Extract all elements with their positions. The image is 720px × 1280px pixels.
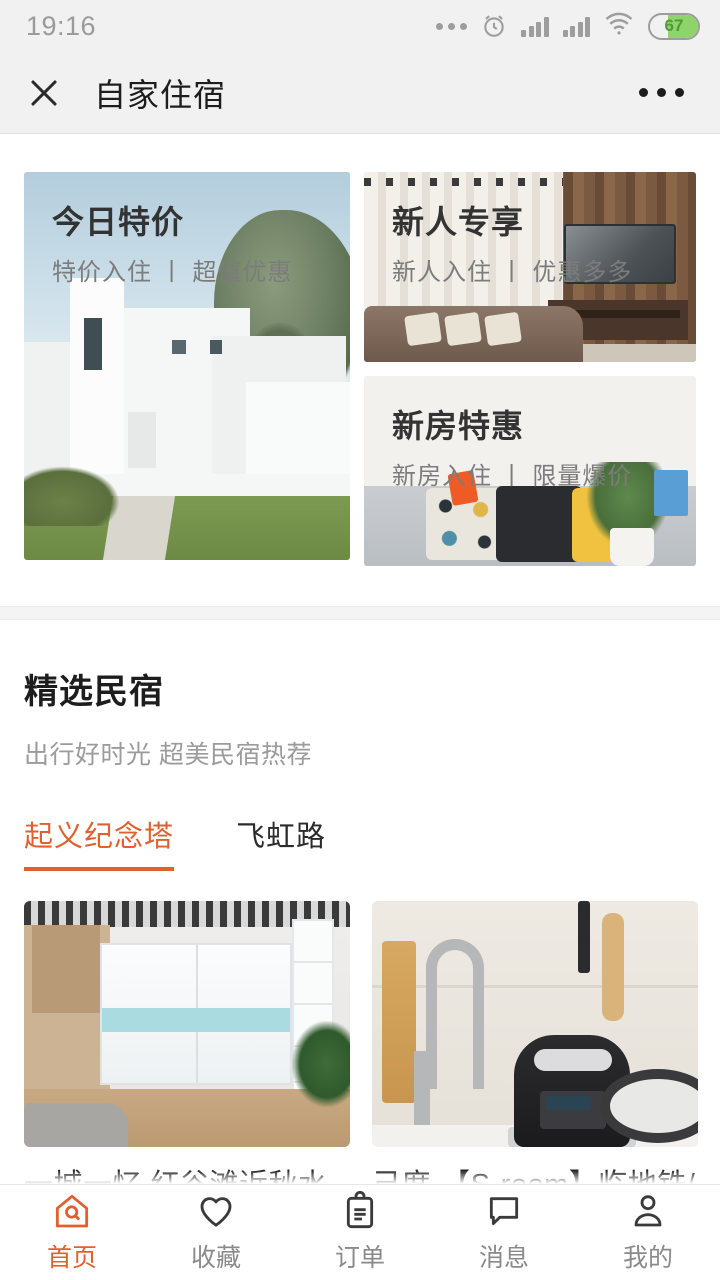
banner-subtitle: 新房入住 丨 限量爆价 [392, 463, 633, 490]
promo-column-right: 新人专享 新人入住 丨 优惠多多 新房特惠 新房入住 丨 限量爆价 [364, 172, 696, 566]
window-graphic [84, 318, 102, 370]
clipboard-icon [340, 1190, 380, 1231]
book-graphic [654, 470, 688, 516]
spatula-graphic [602, 913, 624, 1021]
more-options-icon[interactable] [629, 78, 694, 107]
faucet-stem-graphic [414, 1051, 430, 1129]
bush-graphic [24, 466, 120, 526]
chat-bubble-icon [484, 1191, 524, 1231]
faucet-graphic [426, 939, 484, 1089]
listing-photo-kitchen [372, 901, 698, 1147]
battery-level: 67 [664, 16, 684, 35]
location-tabs: 起义纪念塔 飞虹路 [24, 813, 696, 871]
promo-banner-section: 今日特价 特价入住 丨 超值优惠 新人专享 新人入住 丨 优惠多多 新房特惠 新… [0, 134, 720, 606]
cooker-display-graphic [540, 1091, 606, 1129]
nav-label: 订单 [334, 1244, 385, 1272]
status-bar: 19:16 67 [0, 0, 720, 52]
nav-label: 我的 [622, 1244, 673, 1272]
home-search-icon [52, 1191, 92, 1231]
scroll-fade [0, 1170, 720, 1184]
featured-section: 精选民宿 出行好时光 超美民宿热荐 起义纪念塔 飞虹路 [0, 620, 720, 1247]
page-header: 自家住宿 [0, 52, 720, 134]
banner-title: 今日特价 [52, 204, 185, 240]
house-block-graphic [246, 382, 350, 474]
cutting-board-graphic [382, 941, 416, 1103]
cushion-graphic [484, 311, 522, 347]
banner-title: 新房特惠 [392, 408, 525, 444]
knife-graphic [578, 901, 590, 973]
listing-photo-bedroom [24, 901, 350, 1147]
section-title: 精选民宿 [24, 673, 164, 711]
nav-item-home[interactable]: 首页 [0, 1191, 144, 1274]
close-icon[interactable] [26, 75, 62, 111]
window-graphic [210, 340, 222, 354]
black-pillow-graphic [496, 486, 582, 562]
cushion-graphic [444, 311, 482, 347]
cushion-graphic [404, 311, 442, 347]
vase-graphic [610, 528, 654, 566]
nav-item-orders[interactable]: 订单 [288, 1190, 432, 1274]
banner-text: 新人专享 新人入住 丨 优惠多多 [392, 202, 632, 287]
wifi-icon [604, 12, 634, 41]
nav-label: 收藏 [190, 1244, 241, 1272]
signal-icon [562, 15, 590, 37]
nav-item-favorites[interactable]: 收藏 [144, 1191, 288, 1274]
curtain-rod-graphic [364, 178, 564, 186]
section-divider [0, 606, 720, 620]
promo-banner-newcomer[interactable]: 新人专享 新人入住 丨 优惠多多 [364, 172, 696, 362]
banner-text: 新房特惠 新房入住 丨 限量爆价 [392, 406, 632, 491]
bed-graphic [24, 1103, 128, 1147]
promo-column-left: 今日特价 特价入住 丨 超值优惠 [24, 172, 350, 566]
nav-label: 消息 [478, 1244, 529, 1272]
house-block-graphic [70, 278, 124, 474]
promo-banner-new-house[interactable]: 新房特惠 新房入住 丨 限量爆价 [364, 376, 696, 566]
nav-item-profile[interactable]: 我的 [576, 1191, 720, 1274]
promo-banner-today-special[interactable]: 今日特价 特价入住 丨 超值优惠 [24, 172, 350, 560]
banner-subtitle: 新人入住 丨 优惠多多 [392, 259, 633, 286]
wardrobe-graphic [100, 943, 292, 1085]
nav-item-messages[interactable]: 消息 [432, 1191, 576, 1274]
nav-label: 首页 [46, 1244, 97, 1272]
section-subtitle: 出行好时光 超美民宿热荐 [24, 741, 312, 769]
app-root: 19:16 67 自家住宿 今日特价 特价入住 丨 超值优惠 新人专享 新人入住… [0, 0, 720, 1280]
status-icons: 67 [436, 12, 700, 41]
person-icon [628, 1191, 668, 1231]
window-graphic [172, 340, 186, 354]
ellipsis-icon [436, 22, 467, 30]
status-time: 19:16 [26, 10, 97, 41]
bottom-navigation: 首页 收藏 订单 消息 我的 [0, 1184, 720, 1280]
page-title: 自家住宿 [94, 76, 227, 113]
signal-icon [521, 15, 549, 37]
cooker-lid-graphic [534, 1049, 612, 1071]
alarm-clock-icon [481, 13, 507, 39]
wall-seam-graphic [372, 984, 698, 988]
doorway-graphic [24, 925, 110, 1091]
door-graphic [128, 412, 156, 468]
tab-qiyi-memorial-tower[interactable]: 起义纪念塔 [24, 813, 175, 871]
banner-title: 新人专享 [392, 204, 525, 240]
banner-text: 今日特价 特价入住 丨 超值优惠 [52, 202, 292, 287]
heart-icon [196, 1191, 236, 1231]
battery-icon: 67 [648, 12, 700, 40]
plant-graphic [292, 1021, 350, 1107]
tab-feihong-road[interactable]: 飞虹路 [236, 813, 326, 871]
banner-subtitle: 特价入住 丨 超值优惠 [52, 259, 293, 286]
